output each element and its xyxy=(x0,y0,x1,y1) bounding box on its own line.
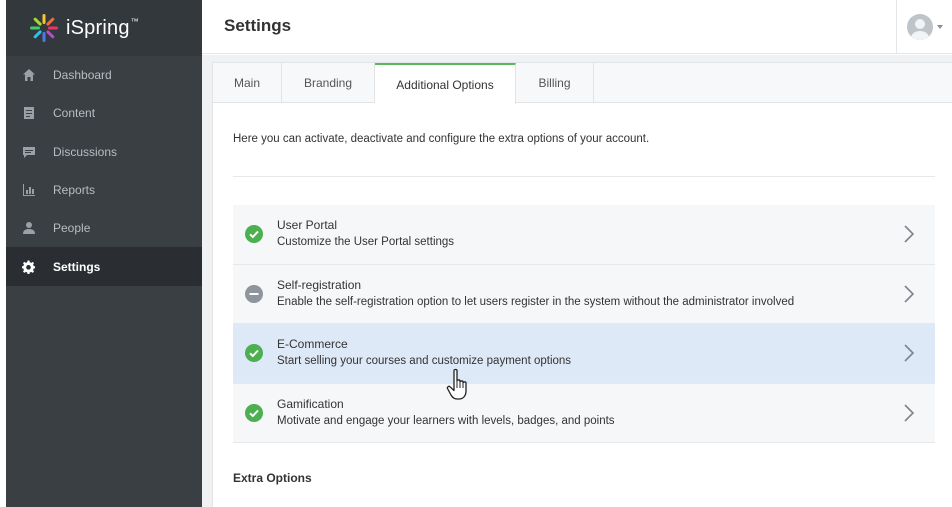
check-circle-icon xyxy=(245,225,263,243)
option-description: Customize the User Portal settings xyxy=(277,236,455,248)
gear-icon xyxy=(21,259,37,275)
sidebar-item-label: Settings xyxy=(53,259,101,274)
option-e-commerce[interactable]: E-Commerce Start selling your courses an… xyxy=(233,324,935,384)
chevron-right-icon xyxy=(904,403,915,422)
user-menu[interactable] xyxy=(896,0,952,54)
home-icon xyxy=(21,67,37,83)
sidebar-nav: Dashboard Content Discussions Reports Pe… xyxy=(6,56,202,286)
top-bar: Settings xyxy=(202,0,952,54)
bar-chart-icon xyxy=(21,182,37,198)
option-description: Start selling your courses and customize… xyxy=(277,355,572,367)
sidebar-item-label: Dashboard xyxy=(53,68,112,83)
intro-text: Here you can activate, deactivate and co… xyxy=(233,133,650,145)
sidebar-item-dashboard[interactable]: Dashboard xyxy=(6,56,202,94)
page-title: Settings xyxy=(224,16,292,35)
sidebar-item-label: Discussions xyxy=(53,144,118,159)
sidebar-item-content[interactable]: Content xyxy=(6,94,202,132)
extra-options-heading: Extra Options xyxy=(233,471,312,485)
sidebar-item-label: People xyxy=(53,221,91,236)
settings-tabs: Main Branding Additional Options Billing xyxy=(213,63,952,104)
chevron-right-icon xyxy=(904,344,915,362)
avatar xyxy=(906,14,933,40)
sidebar-item-label: Content xyxy=(53,106,96,121)
person-icon xyxy=(21,220,37,236)
option-title: Self-registration xyxy=(277,277,362,292)
chevron-right-icon xyxy=(904,225,915,243)
document-icon xyxy=(21,105,37,121)
check-circle-icon xyxy=(245,344,263,362)
sidebar-item-label: Reports xyxy=(53,183,96,198)
tab-branding[interactable]: Branding xyxy=(282,63,375,103)
chat-icon xyxy=(21,144,37,160)
check-circle-icon xyxy=(245,403,263,422)
option-gamification[interactable]: Gamification Motivate and engage your le… xyxy=(233,383,935,443)
options-list: User Portal Customize the User Portal se… xyxy=(233,205,935,443)
option-title: User Portal xyxy=(277,218,338,232)
settings-panel: Main Branding Additional Options Billing… xyxy=(212,62,952,507)
logo[interactable]: iSpring™ xyxy=(6,0,202,56)
sidebar-item-reports[interactable]: Reports xyxy=(6,171,202,209)
divider xyxy=(233,176,935,177)
chevron-right-icon xyxy=(904,284,915,303)
sidebar-item-discussions[interactable]: Discussions xyxy=(6,133,202,171)
sidebar: iSpring™ Dashboard Content Discussions R… xyxy=(6,0,202,507)
ispring-logo-icon xyxy=(30,14,58,42)
tab-billing[interactable]: Billing xyxy=(516,63,594,103)
minus-circle-icon xyxy=(245,284,263,303)
tab-main[interactable]: Main xyxy=(213,63,282,103)
option-title: E-Commerce xyxy=(277,337,348,351)
tab-additional-options[interactable]: Additional Options xyxy=(375,63,516,104)
chevron-down-icon xyxy=(936,25,943,29)
option-user-portal[interactable]: User Portal Customize the User Portal se… xyxy=(233,205,935,265)
option-title: Gamification xyxy=(277,396,344,411)
option-self-registration[interactable]: Self-registration Enable the self-regist… xyxy=(233,264,935,324)
sidebar-item-settings[interactable]: Settings xyxy=(6,247,202,286)
hand-pointer-cursor-icon xyxy=(446,368,467,400)
option-description: Enable the self-registration option to l… xyxy=(277,295,795,308)
sidebar-item-people[interactable]: People xyxy=(6,209,202,247)
logo-text: iSpring™ xyxy=(66,16,139,39)
option-description: Motivate and engage your learners with l… xyxy=(277,414,615,427)
